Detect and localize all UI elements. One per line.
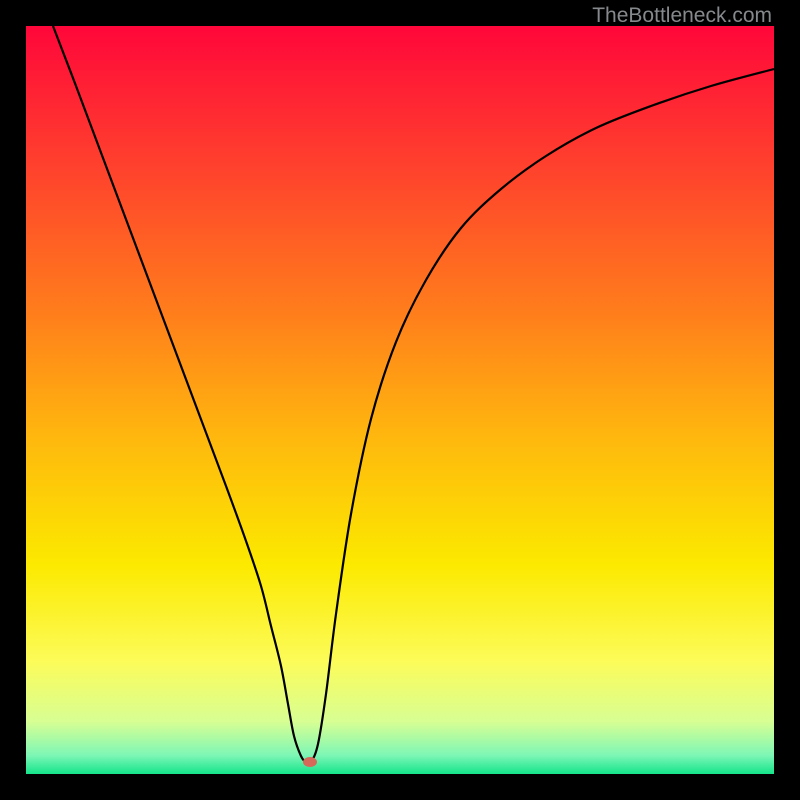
chart-svg <box>26 26 774 774</box>
optimal-point-marker <box>303 757 317 767</box>
watermark-text: TheBottleneck.com <box>592 4 772 28</box>
chart-frame <box>26 26 774 774</box>
bottleneck-curve <box>53 26 774 764</box>
